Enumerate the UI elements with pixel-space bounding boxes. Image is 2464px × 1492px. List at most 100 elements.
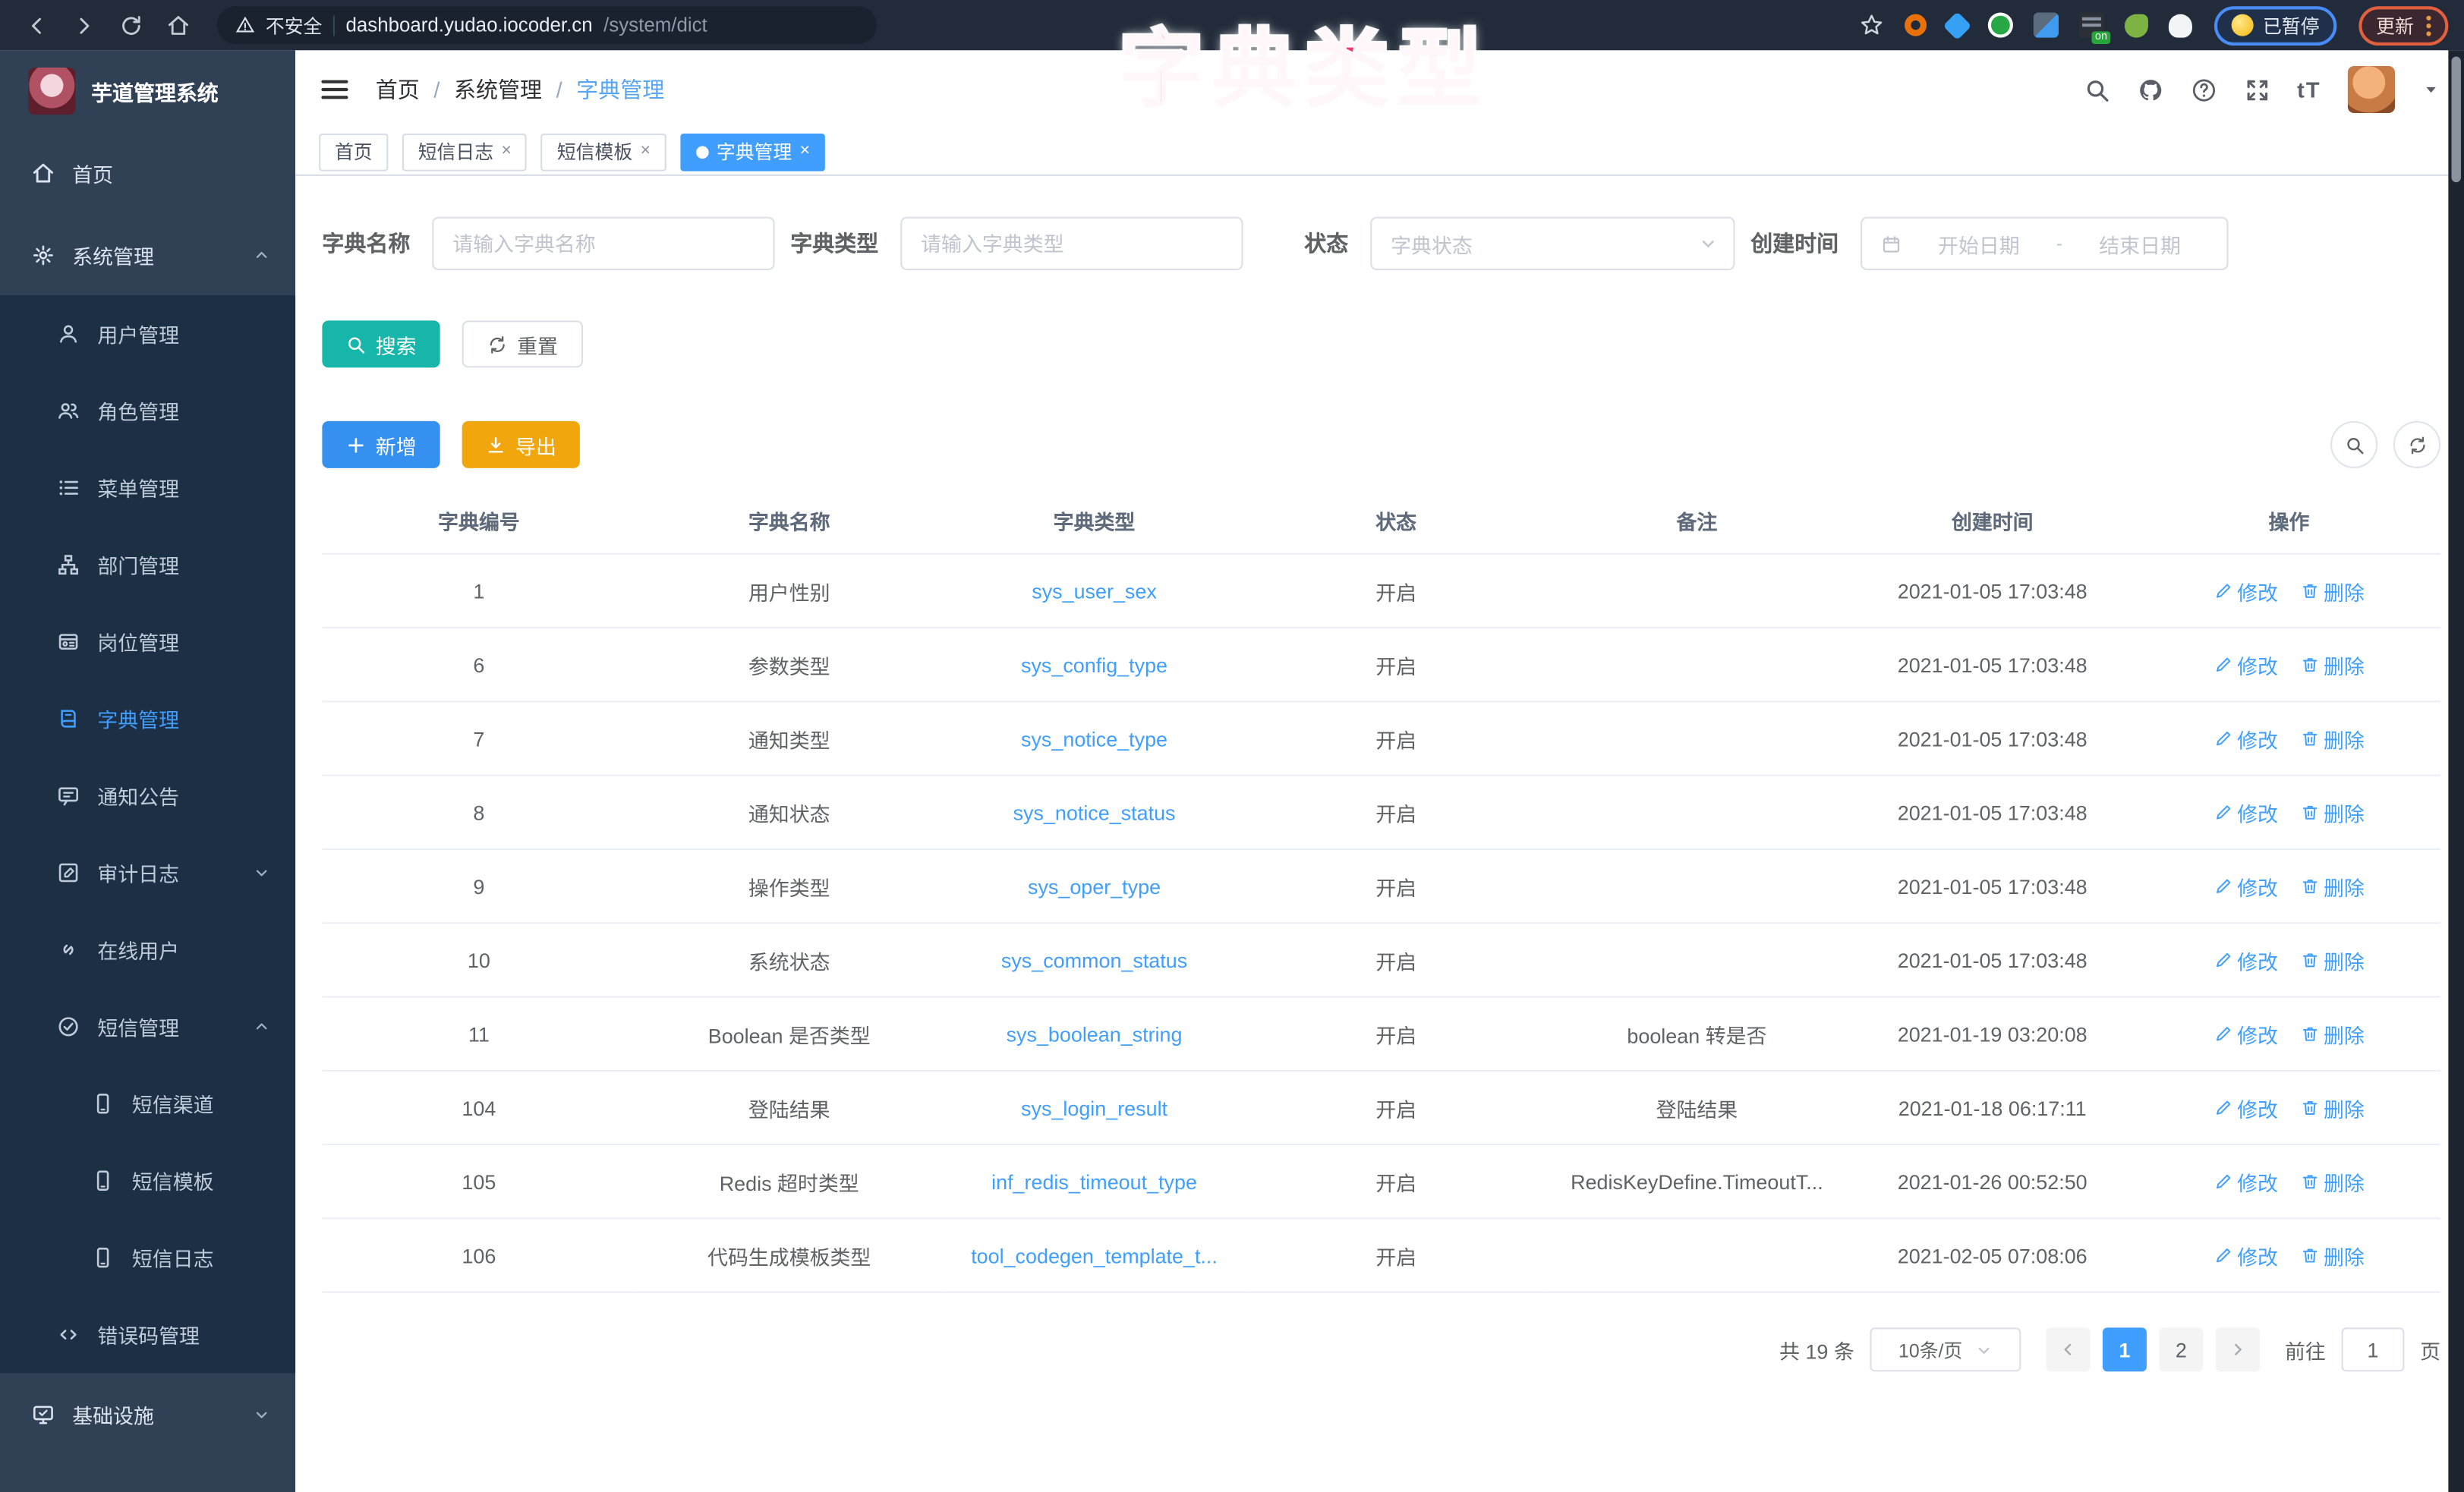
add-button[interactable]: 新增 — [322, 421, 440, 468]
avatar[interactable] — [2348, 66, 2395, 113]
sidebar-item-sms-template[interactable]: 短信模板 — [0, 1142, 295, 1219]
dict-type-link[interactable]: sys_common_status — [943, 923, 1246, 996]
edit-link[interactable]: 修改 — [2214, 1240, 2278, 1270]
delete-link[interactable]: 删除 — [2300, 1166, 2365, 1196]
delete-link[interactable]: 删除 — [2300, 871, 2365, 901]
edit-link[interactable]: 修改 — [2214, 650, 2278, 679]
chat-icon — [57, 784, 80, 807]
paused-extension-badge[interactable]: 已暂停 — [2214, 5, 2337, 45]
extension-orange-icon[interactable] — [1905, 14, 1927, 36]
breadcrumb-system[interactable]: 系统管理 — [454, 74, 542, 105]
dict-type-link[interactable]: sys_oper_type — [943, 849, 1246, 923]
tab-home[interactable]: 首页 — [319, 133, 388, 171]
edit-link[interactable]: 修改 — [2214, 1019, 2278, 1049]
reset-button[interactable]: 重置 — [462, 320, 583, 367]
delete-link[interactable]: 删除 — [2300, 1019, 2365, 1049]
extension-tiles-icon[interactable] — [2034, 13, 2059, 38]
dict-type-link[interactable]: sys_user_sex — [943, 554, 1246, 628]
delete-link[interactable]: 删除 — [2300, 945, 2365, 974]
prev-page-button[interactable] — [2046, 1327, 2090, 1371]
sidebar-item-dictionary[interactable]: 字典管理 — [0, 680, 295, 757]
page-button-1[interactable]: 1 — [2103, 1327, 2147, 1371]
tab-sms-log[interactable]: 短信日志 × — [402, 133, 527, 171]
sidebar-item-audit-log[interactable]: 审计日志 — [0, 834, 295, 911]
sidebar-item-roles[interactable]: 角色管理 — [0, 373, 295, 449]
dict-type-link[interactable]: sys_config_type — [943, 628, 1246, 701]
sidebar-item-infrastructure[interactable]: 基础设施 — [0, 1373, 295, 1455]
dict-type-link[interactable]: sys_boolean_string — [943, 997, 1246, 1071]
dict-type-link[interactable]: sys_notice_status — [943, 776, 1246, 849]
caret-down-icon[interactable] — [2421, 80, 2440, 99]
edit-link[interactable]: 修改 — [2214, 1093, 2278, 1122]
tab-sms-template[interactable]: 短信模板 × — [541, 133, 666, 171]
extension-blue-gem-icon[interactable] — [1943, 11, 1971, 39]
dict-type-link[interactable]: inf_redis_timeout_type — [943, 1144, 1246, 1218]
sidebar-item-sms-channel[interactable]: 短信渠道 — [0, 1065, 295, 1142]
edit-link[interactable]: 修改 — [2214, 1166, 2278, 1196]
sidebar-item-online-users[interactable]: 在线用户 — [0, 911, 295, 988]
page-button-2[interactable]: 2 — [2159, 1327, 2203, 1371]
edit-link[interactable]: 修改 — [2214, 945, 2278, 974]
dict-type-link[interactable]: tool_codegen_template_t... — [943, 1218, 1246, 1292]
app-logo-row[interactable]: 芋道管理系统 — [0, 50, 295, 132]
dict-name-input[interactable] — [452, 231, 754, 255]
sidebar-item-departments[interactable]: 部门管理 — [0, 527, 295, 603]
delete-link[interactable]: 删除 — [2300, 650, 2365, 679]
search-icon[interactable] — [2084, 76, 2110, 102]
help-icon[interactable] — [2190, 76, 2217, 102]
sidebar-item-home[interactable]: 首页 — [0, 132, 295, 214]
extension-pet-icon[interactable] — [2169, 14, 2192, 37]
next-page-button[interactable] — [2216, 1327, 2260, 1371]
edit-link[interactable]: 修改 — [2214, 798, 2278, 827]
browser-back-icon[interactable] — [16, 5, 57, 46]
delete-link[interactable]: 删除 — [2300, 723, 2365, 753]
sidebar-item-posts[interactable]: 岗位管理 — [0, 603, 295, 680]
browser-home-icon[interactable] — [157, 5, 198, 46]
close-icon[interactable]: × — [800, 143, 810, 160]
edit-link[interactable]: 修改 — [2214, 871, 2278, 901]
dict-type-link[interactable]: sys_login_result — [943, 1071, 1246, 1144]
browser-menu-icon[interactable] — [2426, 15, 2431, 36]
extension-green-circle-icon[interactable] — [1988, 13, 2013, 38]
sidebar-item-error-codes[interactable]: 错误码管理 — [0, 1296, 295, 1373]
delete-link[interactable]: 删除 — [2300, 576, 2365, 606]
font-size-icon[interactable]: tT — [2297, 77, 2321, 102]
toggle-search-button[interactable] — [2330, 421, 2377, 468]
edit-link[interactable]: 修改 — [2214, 576, 2278, 606]
sidebar-item-sms[interactable]: 短信管理 — [0, 988, 295, 1065]
address-bar[interactable]: 不安全 dashboard.yudao.iocoder.cn/system/di… — [217, 6, 877, 44]
page-size-select[interactable]: 10条/页 — [1870, 1327, 2021, 1371]
bookmark-star-icon[interactable] — [1859, 13, 1884, 38]
scrollbar[interactable] — [2448, 50, 2464, 1492]
date-range-picker[interactable]: 开始日期 - 结束日期 — [1861, 217, 2228, 270]
browser-reload-icon[interactable] — [110, 5, 151, 46]
delete-link[interactable]: 删除 — [2300, 798, 2365, 827]
dict-type-link[interactable]: sys_notice_type — [943, 701, 1246, 775]
sidebar-item-announcements[interactable]: 通知公告 — [0, 757, 295, 834]
status-select[interactable]: 字典状态 — [1370, 217, 1735, 270]
scrollbar-thumb[interactable] — [2452, 57, 2461, 183]
github-icon[interactable] — [2137, 76, 2163, 102]
close-icon[interactable]: × — [501, 143, 511, 160]
export-button[interactable]: 导出 — [462, 421, 580, 468]
sidebar-item-users[interactable]: 用户管理 — [0, 295, 295, 372]
extension-recorder-icon[interactable]: on — [2079, 13, 2104, 38]
close-icon[interactable]: × — [641, 143, 651, 160]
refresh-table-button[interactable] — [2393, 421, 2440, 468]
browser-forward-icon[interactable] — [63, 5, 104, 46]
tab-dictionary[interactable]: 字典管理 × — [680, 133, 825, 171]
hamburger-icon[interactable] — [319, 74, 350, 105]
dict-type-input[interactable] — [921, 231, 1222, 255]
extension-leaf-icon[interactable] — [2125, 14, 2148, 37]
breadcrumb-home[interactable]: 首页 — [376, 74, 420, 105]
goto-page-input[interactable] — [2342, 1327, 2405, 1371]
sidebar-item-system[interactable]: 系统管理 — [0, 214, 295, 296]
browser-update-button[interactable]: 更新 — [2358, 5, 2448, 45]
delete-link[interactable]: 删除 — [2300, 1093, 2365, 1122]
fullscreen-icon[interactable] — [2244, 76, 2270, 102]
edit-link[interactable]: 修改 — [2214, 723, 2278, 753]
sidebar-item-menus[interactable]: 菜单管理 — [0, 449, 295, 526]
sidebar-item-sms-log[interactable]: 短信日志 — [0, 1219, 295, 1295]
delete-link[interactable]: 删除 — [2300, 1240, 2365, 1270]
search-button[interactable]: 搜索 — [322, 320, 440, 367]
